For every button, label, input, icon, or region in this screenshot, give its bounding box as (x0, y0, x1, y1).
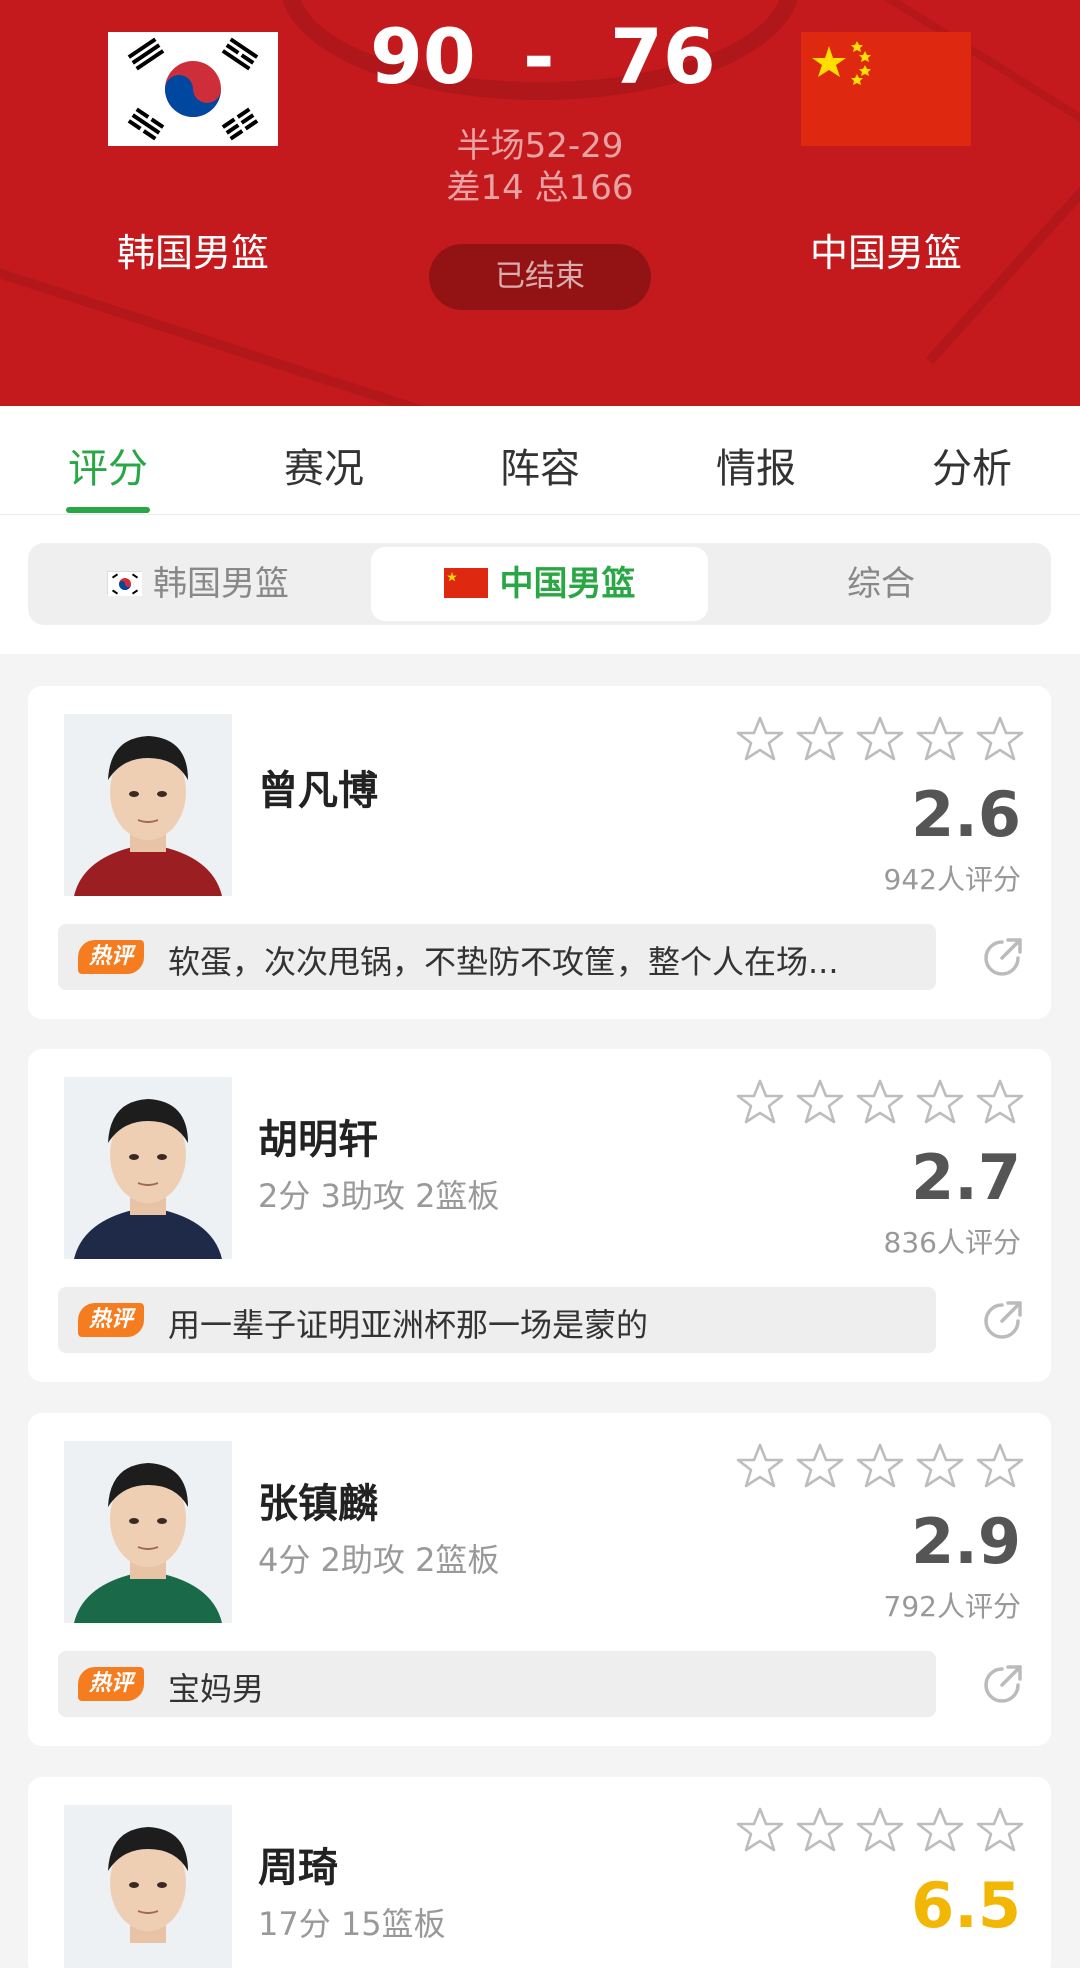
share-icon[interactable] (978, 934, 1026, 982)
rating-count: 836人评分 (883, 1226, 1021, 1259)
team-segment-bar: 韩国男篮 中国男篮 综合 (0, 514, 1080, 654)
team-segment-control: 韩国男篮 中国男篮 综合 (28, 543, 1051, 625)
star-icon[interactable] (975, 1441, 1025, 1491)
player-name: 张镇麟 (258, 1481, 378, 1527)
rate-stars (735, 1441, 1025, 1491)
star-icon[interactable] (915, 1441, 965, 1491)
player-rating-value: 2.9 (911, 1505, 1021, 1578)
hot-comment-bar[interactable]: 热评 用一辈子证明亚洲杯那一场是蒙的 (58, 1287, 936, 1353)
star-icon[interactable] (915, 1077, 965, 1127)
segment-away-team[interactable]: 中国男篮 (371, 547, 708, 621)
share-icon[interactable] (978, 1661, 1026, 1709)
star-icon[interactable] (795, 714, 845, 764)
tab-lineup[interactable]: 阵容 (460, 436, 620, 494)
star-icon[interactable] (795, 1441, 845, 1491)
share-icon[interactable] (978, 1297, 1026, 1345)
hot-comment-text: 用一辈子证明亚洲杯那一场是蒙的 (168, 1306, 649, 1344)
rate-stars (735, 1805, 1025, 1855)
korea-flag-icon (107, 570, 142, 596)
player-avatar (64, 1441, 232, 1623)
home-team-name[interactable]: 韩国男篮 (73, 222, 313, 277)
hot-comment-badge: 热评 (78, 1303, 144, 1337)
home-score: 90 (370, 12, 476, 101)
player-stats: 4分 2助攻 2篮板 (258, 1541, 500, 1579)
china-flag-icon (443, 567, 488, 598)
tab-rating[interactable]: 评分 (28, 436, 188, 494)
star-icon[interactable] (915, 714, 965, 764)
rate-stars (735, 714, 1025, 764)
player-stats: 2分 3助攻 2篮板 (258, 1177, 500, 1215)
hot-comment-bar[interactable]: 热评 软蛋，次次甩锅，不垫防不攻筐，整个人在场... (58, 924, 936, 990)
player-name: 周琦 (258, 1845, 338, 1891)
segment-home-label: 韩国男篮 (153, 564, 289, 604)
rating-count: 792人评分 (883, 1590, 1021, 1623)
star-icon[interactable] (735, 714, 785, 764)
star-icon[interactable] (855, 1077, 905, 1127)
player-rating-value: 6.5 (911, 1869, 1021, 1942)
segment-home-team[interactable]: 韩国男篮 (28, 543, 368, 625)
star-icon[interactable] (795, 1077, 845, 1127)
star-icon[interactable] (855, 1441, 905, 1491)
hot-comment-text: 软蛋，次次甩锅，不垫防不攻筐，整个人在场... (168, 943, 839, 981)
star-icon[interactable] (795, 1805, 845, 1855)
player-avatar (64, 714, 232, 896)
tab-live[interactable]: 赛况 (244, 436, 404, 494)
player-name: 曾凡博 (258, 768, 378, 814)
star-icon[interactable] (735, 1441, 785, 1491)
player-rating-value: 2.7 (911, 1141, 1021, 1214)
match-status-badge: 已结束 (429, 244, 651, 310)
star-icon[interactable] (735, 1077, 785, 1127)
match-header: 韩国男篮 中国男篮 90 - 76 半场52-29 差14 总166 已结束 (0, 0, 1080, 406)
player-card[interactable]: 张镇麟 4分 2助攻 2篮板 2.9 792人评分热评 宝妈男 (28, 1413, 1051, 1746)
hot-comment-bar[interactable]: 热评 宝妈男 (58, 1651, 936, 1717)
score-separator: - (523, 12, 555, 101)
rate-stars (735, 1077, 1025, 1127)
player-avatar (64, 1805, 232, 1968)
segment-combined[interactable]: 综合 (711, 543, 1051, 625)
star-icon[interactable] (975, 714, 1025, 764)
player-rating-value: 2.6 (911, 778, 1021, 851)
final-score: 90 - 76 (340, 12, 740, 112)
tab-analysis[interactable]: 分析 (892, 436, 1052, 494)
star-icon[interactable] (915, 1805, 965, 1855)
away-team-name[interactable]: 中国男篮 (766, 222, 1006, 277)
score-diff-total: 差14 总166 (446, 168, 634, 208)
korea-flag-icon (108, 32, 278, 146)
active-tab-indicator (66, 507, 150, 513)
star-icon[interactable] (975, 1077, 1025, 1127)
segment-away-label: 中国男篮 (499, 564, 636, 604)
star-icon[interactable] (735, 1805, 785, 1855)
rating-count: 942人评分 (883, 863, 1021, 896)
player-avatar (64, 1077, 232, 1259)
away-score: 76 (610, 12, 716, 101)
player-card[interactable]: 胡明轩 2分 3助攻 2篮板 2.7 836人评分热评 用一辈子证明亚洲杯那一场是蒙的 (28, 1049, 1051, 1382)
player-stats: 17分 15篮板 (258, 1905, 446, 1943)
header-decoration (0, 259, 469, 406)
hot-comment-badge: 热评 (78, 1667, 144, 1701)
hot-comment-badge: 热评 (78, 940, 144, 974)
china-flag-icon (801, 32, 971, 146)
main-tabs: 评分 赛况 阵容 情报 分析 (0, 406, 1080, 514)
star-icon[interactable] (855, 1805, 905, 1855)
hot-comment-text: 宝妈男 (168, 1670, 265, 1708)
star-icon[interactable] (855, 714, 905, 764)
player-name: 胡明轩 (258, 1117, 378, 1163)
star-icon[interactable] (975, 1805, 1025, 1855)
player-card[interactable]: 曾凡博 2.6 942人评分热评 软蛋，次次甩锅，不垫防不攻筐，整个人在场... (28, 686, 1051, 1019)
tab-intel[interactable]: 情报 (676, 436, 836, 494)
player-card[interactable]: 周琦 17分 15篮板 6.5 (28, 1777, 1051, 1968)
